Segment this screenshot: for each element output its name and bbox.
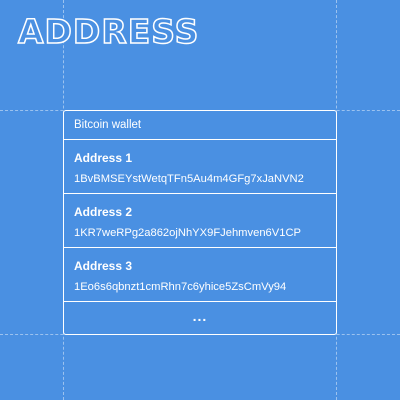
address-label: Address 2 [74, 205, 133, 219]
page: { "page": { "title": "ADDRESS" }, "walle… [0, 0, 400, 400]
address-item-3[interactable]: Address 3 1Eo6s6qbnzt1cmRhn7c6yhice5ZsCm… [64, 248, 336, 302]
wallet-header: Bitcoin wallet [64, 111, 336, 140]
more-button[interactable]: ... [64, 302, 336, 334]
address-value: 1KR7weRPg2a862ojNhYX9FJehmven6V1CP [74, 227, 301, 239]
wallet-title: Bitcoin wallet [74, 119, 142, 131]
wallet-card: Bitcoin wallet Address 1 1BvBMSEYstWetqT… [63, 110, 337, 335]
more-dots-icon: ... [192, 308, 208, 324]
address-label: Address 1 [74, 151, 133, 165]
address-item-2[interactable]: Address 2 1KR7weRPg2a862ojNhYX9FJehmven6… [64, 194, 336, 248]
address-value: 1Eo6s6qbnzt1cmRhn7c6yhice5ZsCmVy94 [74, 281, 287, 293]
address-item-1[interactable]: Address 1 1BvBMSEYstWetqTFn5Au4m4GFg7xJa… [64, 140, 336, 194]
address-value: 1BvBMSEYstWetqTFn5Au4m4GFg7xJaNVN2 [74, 173, 304, 185]
address-label: Address 3 [74, 259, 133, 273]
page-title: ADDRESS [17, 11, 200, 52]
